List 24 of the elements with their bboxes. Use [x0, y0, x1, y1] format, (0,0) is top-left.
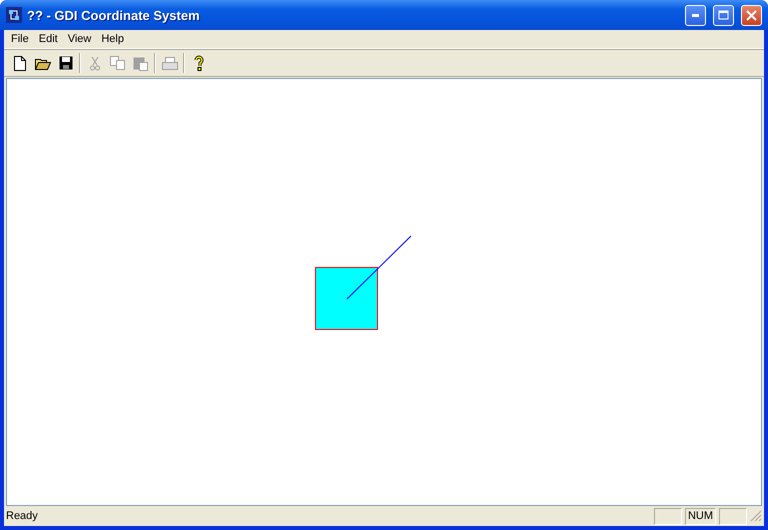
copy-icon — [110, 56, 125, 70]
help-icon — [194, 55, 204, 71]
scissors-icon — [90, 56, 100, 70]
menu-item[interactable]: View — [62, 33, 96, 45]
menu-item[interactable]: Edit — [34, 33, 63, 45]
status-pane — [719, 508, 747, 524]
minimize-icon — [692, 14, 699, 16]
resize-grip-icon — [750, 510, 762, 522]
status-pane — [654, 508, 682, 524]
menu-item[interactable]: Help — [96, 33, 129, 45]
menu-item[interactable]: File — [6, 33, 34, 45]
new-document-icon — [14, 56, 26, 70]
app-icon — [6, 7, 22, 23]
status-indicator: NUM — [684, 508, 716, 524]
status-message: Ready — [6, 510, 39, 522]
clipboard-icon — [133, 56, 148, 70]
folder-icon — [34, 56, 50, 70]
minimize-button[interactable] — [685, 4, 706, 26]
close-button[interactable] — [741, 4, 762, 26]
close-icon — [746, 10, 757, 20]
printer-icon — [162, 56, 178, 70]
window-title: ?? - GDI Coordinate System — [27, 8, 201, 22]
maximize-icon — [718, 10, 729, 20]
maximize-button[interactable] — [713, 4, 734, 26]
